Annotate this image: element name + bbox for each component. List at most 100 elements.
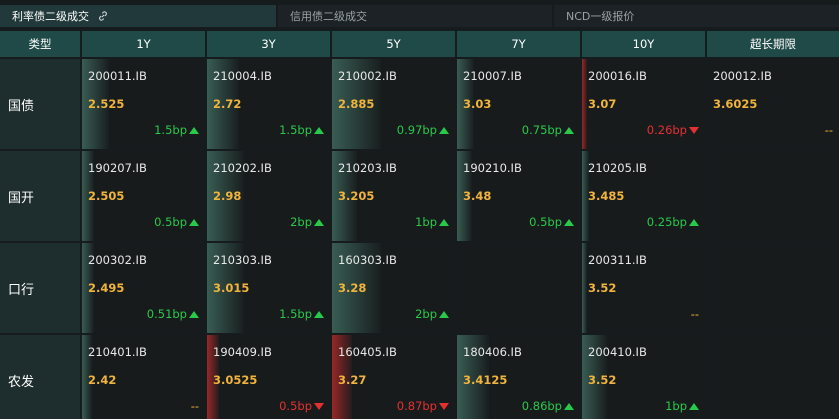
bond-code: 210203.IB — [338, 161, 397, 175]
bond-code: 190210.IB — [463, 161, 522, 175]
bond-yield: 2.525 — [88, 97, 125, 111]
bond-code: 160303.IB — [338, 253, 397, 267]
yield-change: 2bp — [415, 307, 449, 321]
yield-change-value: 0.25bp — [646, 215, 687, 229]
change-bar — [582, 59, 587, 149]
bond-code: 200302.IB — [88, 253, 147, 267]
yield-change: 0.25bp — [647, 215, 699, 229]
yield-change-value: 2bp — [415, 307, 437, 321]
bond-yield: 3.015 — [213, 281, 250, 295]
tab-credit-bond-trades[interactable]: 信用债二级成交 — [278, 5, 552, 27]
triangle-up-icon — [689, 402, 699, 410]
quote-cell[interactable]: 200311.IB 3.52 -- — [582, 243, 705, 333]
yield-change: 0.26bp — [647, 123, 699, 137]
quote-cell[interactable]: 200016.IB 3.07 0.26bp — [582, 59, 705, 149]
bond-yield: 3.52 — [588, 281, 617, 295]
bond-yield: 3.28 — [338, 281, 367, 295]
quote-cell[interactable]: 160405.IB 3.27 0.87bp — [332, 335, 455, 419]
header-1y: 1Y — [82, 31, 205, 57]
bond-code: 200016.IB — [588, 69, 647, 83]
tab-label: NCD一级报价 — [566, 10, 635, 23]
bond-code: 210004.IB — [213, 69, 272, 83]
quote-cell[interactable]: 210002.IB 2.885 0.97bp — [332, 59, 455, 149]
yield-change: 0.5bp — [279, 399, 324, 413]
quote-cell[interactable]: 190210.IB 3.48 0.5bp — [457, 151, 580, 241]
yield-change-value: 0.5bp — [529, 215, 562, 229]
yield-change: 0.5bp — [529, 215, 574, 229]
quote-cell[interactable]: 180406.IB 3.4125 0.86bp — [457, 335, 580, 419]
quote-cell[interactable]: 200302.IB 2.495 0.51bp — [82, 243, 205, 333]
link-icon[interactable] — [97, 10, 109, 22]
quote-cell[interactable]: 200410.IB 3.52 1bp — [582, 335, 705, 419]
yield-change-value: 1.5bp — [154, 123, 187, 137]
yield-change-value: 1.5bp — [279, 123, 312, 137]
bond-code: 210303.IB — [213, 253, 272, 267]
triangle-up-icon — [564, 402, 574, 410]
yield-change-value: 1.5bp — [279, 307, 312, 321]
yield-change: -- — [825, 123, 833, 137]
bond-yield: 2.72 — [213, 97, 242, 111]
yield-change: 1.5bp — [154, 123, 199, 137]
bond-code: 200410.IB — [588, 345, 647, 359]
yield-change: 2bp — [290, 215, 324, 229]
triangle-up-icon — [439, 218, 449, 226]
quote-cell — [707, 151, 839, 241]
row-type-label: 国债 — [0, 59, 80, 149]
yield-change: -- — [691, 307, 699, 321]
row-type-label: 农发 — [0, 335, 80, 419]
quote-cell[interactable]: 210401.IB 2.42 -- — [82, 335, 205, 419]
yield-change: 0.5bp — [154, 215, 199, 229]
bond-yield: 2.885 — [338, 97, 375, 111]
table-row: 国开 190207.IB 2.505 0.5bp 210202.IB 2.98 2bp 210… — [0, 151, 839, 241]
bond-yield: 2.42 — [88, 373, 117, 387]
bond-yield: 3.205 — [338, 189, 375, 203]
bond-code: 200011.IB — [88, 69, 147, 83]
yield-change: 0.51bp — [147, 307, 199, 321]
tab-label: 信用债二级成交 — [290, 10, 367, 23]
quote-cell[interactable]: 210205.IB 3.485 0.25bp — [582, 151, 705, 241]
bond-yield: 3.4125 — [463, 373, 508, 387]
header-5y: 5Y — [332, 31, 455, 57]
bond-yield: 2.98 — [213, 189, 242, 203]
row-type-label: 国开 — [0, 151, 80, 241]
tab-label: 利率债二级成交 — [12, 10, 89, 23]
quote-cell[interactable]: 210004.IB 2.72 1.5bp — [207, 59, 330, 149]
bond-yield: 3.6025 — [713, 97, 758, 111]
quote-cell[interactable]: 210303.IB 3.015 1.5bp — [207, 243, 330, 333]
table-row: 农发 210401.IB 2.42 -- 190409.IB 3.0525 0.5bp 160… — [0, 335, 839, 419]
bond-code: 180406.IB — [463, 345, 522, 359]
header-type: 类型 — [0, 31, 80, 57]
yield-change-value: 0.51bp — [146, 307, 187, 321]
header-3y: 3Y — [207, 31, 330, 57]
quote-cell[interactable]: 200012.IB 3.6025 -- — [707, 59, 839, 149]
triangle-up-icon — [314, 310, 324, 318]
triangle-up-icon — [689, 218, 699, 226]
tab-rate-bond-trades[interactable]: 利率债二级成交 — [0, 5, 276, 27]
quote-cell[interactable]: 160303.IB 3.28 2bp — [332, 243, 455, 333]
quote-cell[interactable]: 190409.IB 3.0525 0.5bp — [207, 335, 330, 419]
triangle-up-icon — [189, 310, 199, 318]
bond-yield: 3.48 — [463, 189, 492, 203]
quote-cell[interactable]: 200011.IB 2.525 1.5bp — [82, 59, 205, 149]
yield-change-value: 0.26bp — [646, 123, 687, 137]
quote-cell[interactable]: 190207.IB 2.505 0.5bp — [82, 151, 205, 241]
yield-change-value: 2bp — [290, 215, 312, 229]
yield-change: 0.87bp — [397, 399, 449, 413]
quote-cell[interactable]: 210203.IB 3.205 1bp — [332, 151, 455, 241]
yield-change-value: -- — [190, 399, 199, 413]
yield-change-value: 1bp — [415, 215, 437, 229]
triangle-up-icon — [314, 126, 324, 134]
tab-bar: 利率债二级成交 信用债二级成交 NCD一级报价 — [0, 0, 839, 34]
bond-yield: 3.03 — [463, 97, 492, 111]
quote-cell[interactable]: 210007.IB 3.03 0.75bp — [457, 59, 580, 149]
yield-change: 1bp — [665, 399, 699, 413]
yield-change: 1.5bp — [279, 307, 324, 321]
quote-cell[interactable]: 210202.IB 2.98 2bp — [207, 151, 330, 241]
bond-code: 200311.IB — [588, 253, 647, 267]
yield-change-value: 0.5bp — [154, 215, 187, 229]
triangle-up-icon — [314, 218, 324, 226]
quote-cell — [707, 335, 839, 419]
tab-ncd-quotes[interactable]: NCD一级报价 — [554, 5, 839, 27]
triangle-up-icon — [189, 126, 199, 134]
triangle-up-icon — [439, 310, 449, 318]
